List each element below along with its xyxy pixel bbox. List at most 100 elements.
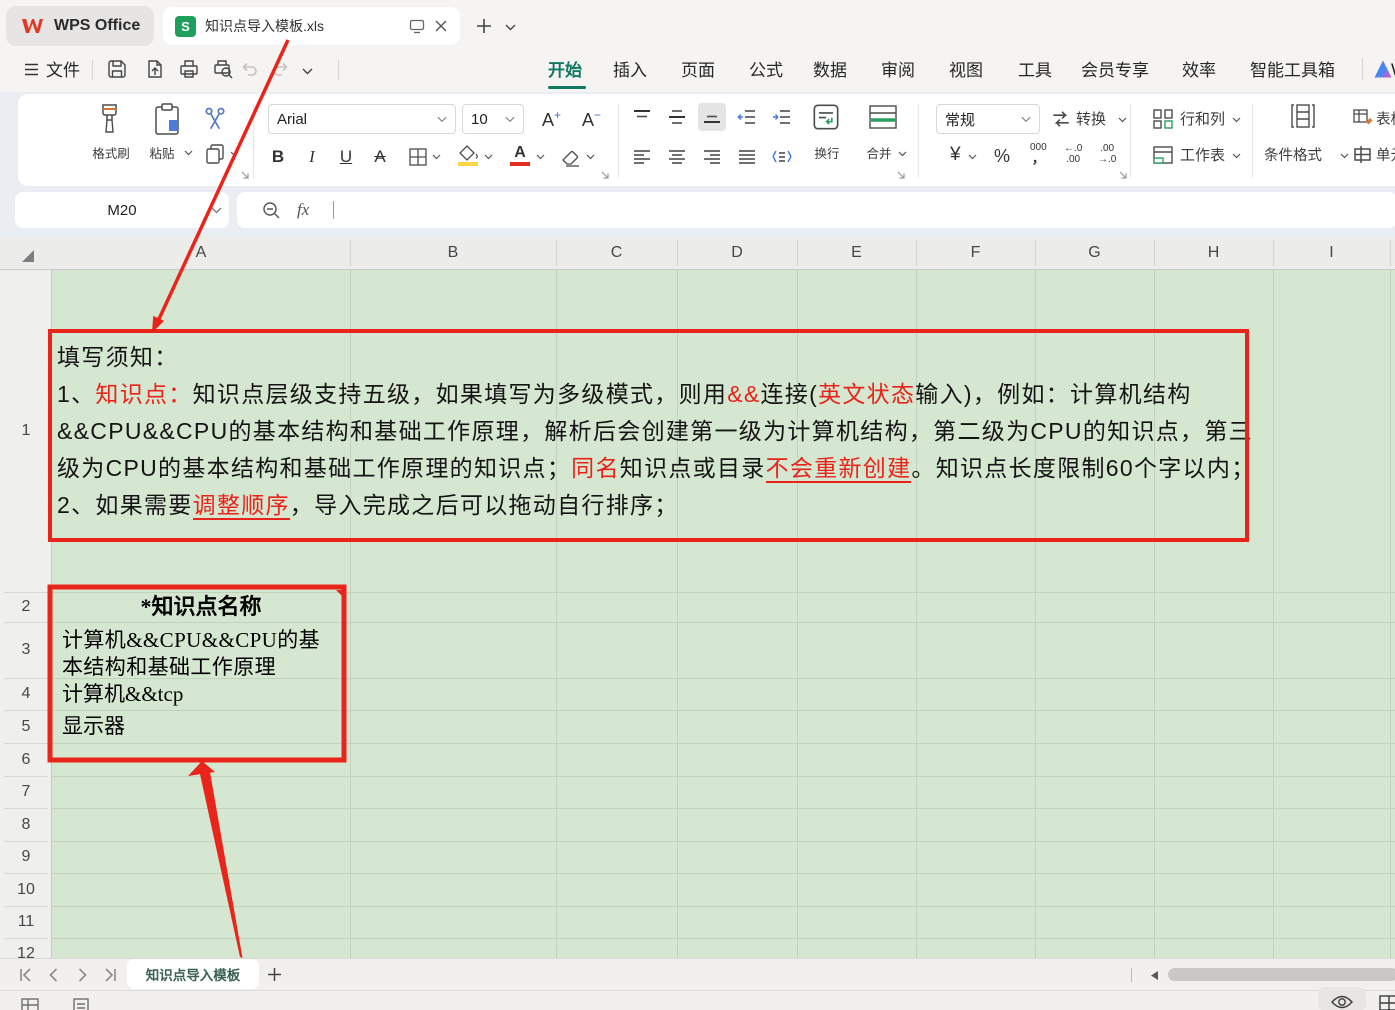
row-header-1[interactable]: 1 [0,270,52,592]
row-header-8[interactable]: 8 [0,808,52,841]
horizontal-scrollbar[interactable] [1168,968,1395,981]
font-size-select[interactable]: 10 [462,104,524,134]
menu-tab-9[interactable]: 会员专享 [1081,58,1149,84]
column-header-G[interactable]: G [1035,236,1154,270]
undo-icon[interactable] [240,62,260,78]
column-header-E[interactable]: E [797,236,916,270]
cell-style-button[interactable]: 单元格样式 [1376,146,1395,166]
format-painter-button[interactable]: 格式刷 [87,146,135,162]
justify-button[interactable] [733,143,761,171]
borders-icon[interactable] [408,147,428,167]
clipboard-group-expand-icon[interactable] [240,170,251,181]
menu-tab-6[interactable]: 审阅 [881,58,915,84]
menu-tab-3[interactable]: 页面 [681,58,715,84]
underline-button[interactable]: U [334,147,358,167]
align-top-button[interactable] [628,103,656,131]
menu-tab-10[interactable]: 效率 [1182,58,1216,84]
cell-style-icon[interactable] [1352,144,1374,166]
conditional-format-chevron-icon[interactable] [1340,153,1349,159]
column-header-C[interactable]: C [556,236,677,270]
rows-columns-button[interactable]: 行和列 [1180,110,1225,130]
font-color-button[interactable]: A [510,144,530,166]
bold-button[interactable]: B [266,147,290,167]
print-area-icon[interactable] [1378,994,1395,1010]
row-header-6[interactable]: 6 [0,743,52,776]
formula-bar[interactable]: fx [237,192,1395,228]
next-sheet-icon[interactable] [74,967,90,983]
menu-tab-1[interactable]: 开始 [548,58,582,84]
app-menu-chip[interactable]: WPS Office [6,6,154,46]
copy-chevron-icon[interactable] [230,151,239,157]
number-format-select[interactable]: 常规 [936,104,1040,134]
menu-tab-4[interactable]: 公式 [749,58,783,84]
menu-tab-8[interactable]: 工具 [1018,58,1052,84]
active-sheet-tab[interactable]: 知识点导入模板 [127,959,259,989]
last-sheet-icon[interactable] [102,967,118,983]
rows-columns-icon[interactable] [1152,108,1174,130]
name-box-chevron-icon[interactable] [211,207,222,214]
export-pdf-icon[interactable] [144,58,166,80]
cell-a2[interactable]: *知识点名称 [53,592,349,622]
grow-font-button[interactable]: A+ [542,108,561,131]
cell-a5[interactable]: 显示器 [62,711,352,742]
align-middle-button[interactable] [663,103,691,131]
table-style-icon[interactable] [1352,106,1374,128]
align-bottom-button[interactable] [698,103,726,131]
column-header-I[interactable]: I [1273,236,1390,270]
table-style-button[interactable]: 表格样式 [1376,110,1395,130]
column-header-D[interactable]: D [677,236,797,270]
font-group-expand-icon[interactable] [600,170,611,181]
hamburger-icon[interactable] [24,63,39,76]
row-header-11[interactable]: 11 [0,906,52,938]
zoom-out-icon[interactable] [262,201,281,220]
menu-tab-5[interactable]: 数据 [813,58,847,84]
comma-style-button[interactable]: 000 ， [1030,143,1047,164]
menu-tab-11[interactable]: 智能工具箱 [1250,58,1335,84]
convert-button[interactable]: 转换 [1076,110,1106,130]
close-tab-icon[interactable] [434,19,448,33]
number-group-expand-icon[interactable] [1118,170,1129,181]
normal-view-icon[interactable] [20,997,40,1010]
row-header-5[interactable]: 5 [0,710,52,743]
prev-sheet-icon[interactable] [46,967,62,983]
menu-tab-2[interactable]: 插入 [613,58,647,84]
conditional-format-button[interactable]: 条件格式 [1264,146,1322,166]
paste-icon[interactable] [152,102,184,136]
italic-button[interactable]: I [300,147,324,167]
row-header-3[interactable]: 3 [0,622,52,678]
scroll-left-icon[interactable] [1150,970,1159,981]
wrap-text-button[interactable]: 换行 [812,146,842,162]
increase-decimal-button[interactable]: ←.0 .00 [1064,143,1082,165]
first-sheet-icon[interactable] [18,967,34,983]
currency-chevron-icon[interactable] [968,154,977,160]
convert-chevron-icon[interactable] [1118,117,1127,123]
paste-chevron-icon[interactable] [184,150,193,156]
eraser-chevron-icon[interactable] [586,154,595,160]
format-painter-icon[interactable] [96,102,126,136]
name-box[interactable]: M20 [15,192,229,228]
wps-ai-icon[interactable] [1373,59,1393,79]
monitor-icon[interactable] [409,19,425,34]
column-header-B[interactable]: B [350,236,556,270]
cut-icon[interactable] [202,106,228,132]
eye-icon[interactable] [1330,994,1354,1010]
print-icon[interactable] [178,58,200,80]
tab-list-chevron-icon[interactable] [505,24,516,31]
new-tab-icon[interactable] [476,18,492,34]
column-header-H[interactable]: H [1154,236,1273,270]
currency-button[interactable]: ¥ [950,144,961,166]
decrease-decimal-button[interactable]: .00 →.0 [1098,143,1116,165]
worksheet-icon[interactable] [1152,144,1174,166]
text-orientation-button[interactable] [768,143,796,171]
shrink-font-button[interactable]: A− [582,108,601,131]
font-name-select[interactable]: Arial [268,104,456,134]
row-header-7[interactable]: 7 [0,776,52,808]
merge-chevron-icon[interactable] [898,151,907,157]
print-preview-icon[interactable] [212,58,234,80]
row-header-9[interactable]: 9 [0,841,52,873]
cell-a4[interactable]: 计算机&&tcp [62,679,352,709]
strikethrough-button[interactable]: A [368,147,392,167]
row-header-10[interactable]: 10 [0,873,52,906]
redo-icon[interactable] [270,62,290,78]
align-center-button[interactable] [663,143,691,171]
